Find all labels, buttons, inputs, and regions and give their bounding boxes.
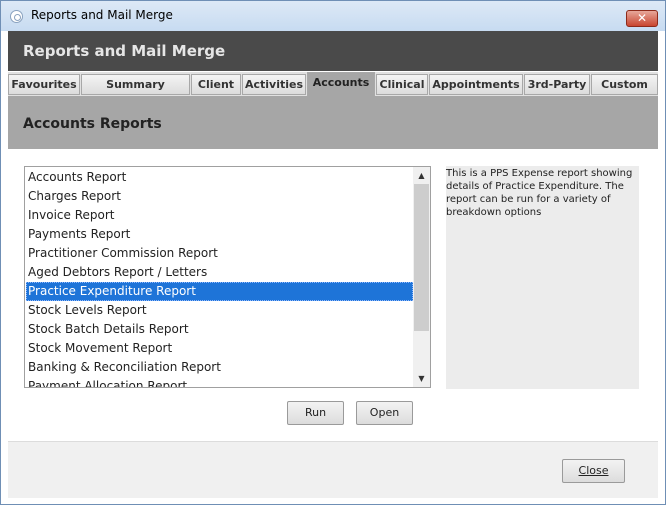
list-item[interactable]: Invoice Report: [26, 206, 413, 225]
header-band: Reports and Mail Merge: [8, 31, 658, 71]
section-band: Accounts Reports: [8, 96, 658, 149]
list-item[interactable]: Banking & Reconciliation Report: [26, 358, 413, 377]
open-button[interactable]: Open: [356, 401, 413, 425]
list-item[interactable]: Practitioner Commission Report: [26, 244, 413, 263]
scroll-thumb[interactable]: [414, 184, 429, 331]
window-title: Reports and Mail Merge: [31, 8, 173, 22]
tab-accounts[interactable]: Accounts: [307, 72, 375, 96]
report-listbox[interactable]: Accounts Report Charges Report Invoice R…: [24, 166, 431, 388]
scroll-up-icon[interactable]: ▲: [413, 167, 430, 184]
report-description-panel: This is a PPS Expense report showing det…: [446, 166, 639, 389]
close-button[interactable]: Close: [562, 459, 625, 483]
list-item[interactable]: Stock Levels Report: [26, 301, 413, 320]
list-item[interactable]: Payments Report: [26, 225, 413, 244]
report-description: This is a PPS Expense report showing det…: [446, 168, 633, 218]
list-item[interactable]: Accounts Report: [26, 168, 413, 187]
list-item[interactable]: Stock Movement Report: [26, 339, 413, 358]
list-scrollbar[interactable]: ▲ ▼: [413, 167, 430, 387]
list-item[interactable]: Stock Batch Details Report: [26, 320, 413, 339]
close-icon: ✕: [636, 11, 648, 25]
run-button[interactable]: Run: [287, 401, 344, 425]
list-item[interactable]: Charges Report: [26, 187, 413, 206]
footer-bar: [8, 441, 658, 498]
app-icon: [10, 10, 23, 23]
tab-3rd-party[interactable]: 3rd-Party: [524, 74, 590, 95]
section-title: Accounts Reports: [23, 116, 162, 132]
window-close-button[interactable]: ✕: [626, 10, 658, 27]
list-item-selected[interactable]: Practice Expenditure Report: [26, 282, 413, 301]
tab-strip: Favourites Summary Reports Client Activi…: [8, 72, 658, 110]
list-item[interactable]: Payment Allocation Report: [26, 377, 413, 387]
tab-favourites[interactable]: Favourites: [8, 74, 80, 95]
list-item[interactable]: Aged Debtors Report / Letters: [26, 263, 413, 282]
tab-summary-reports[interactable]: Summary Reports: [81, 74, 190, 110]
tab-activities[interactable]: Activities: [242, 74, 306, 95]
tab-appointments[interactable]: Appointments: [429, 74, 523, 95]
title-bar[interactable]: Reports and Mail Merge ✕: [1, 1, 665, 31]
tab-client[interactable]: Client: [191, 74, 241, 95]
tab-clinical[interactable]: Clinical: [376, 74, 428, 95]
scroll-down-icon[interactable]: ▼: [413, 370, 430, 387]
header-title: Reports and Mail Merge: [23, 42, 226, 60]
tab-custom[interactable]: Custom: [591, 74, 658, 95]
